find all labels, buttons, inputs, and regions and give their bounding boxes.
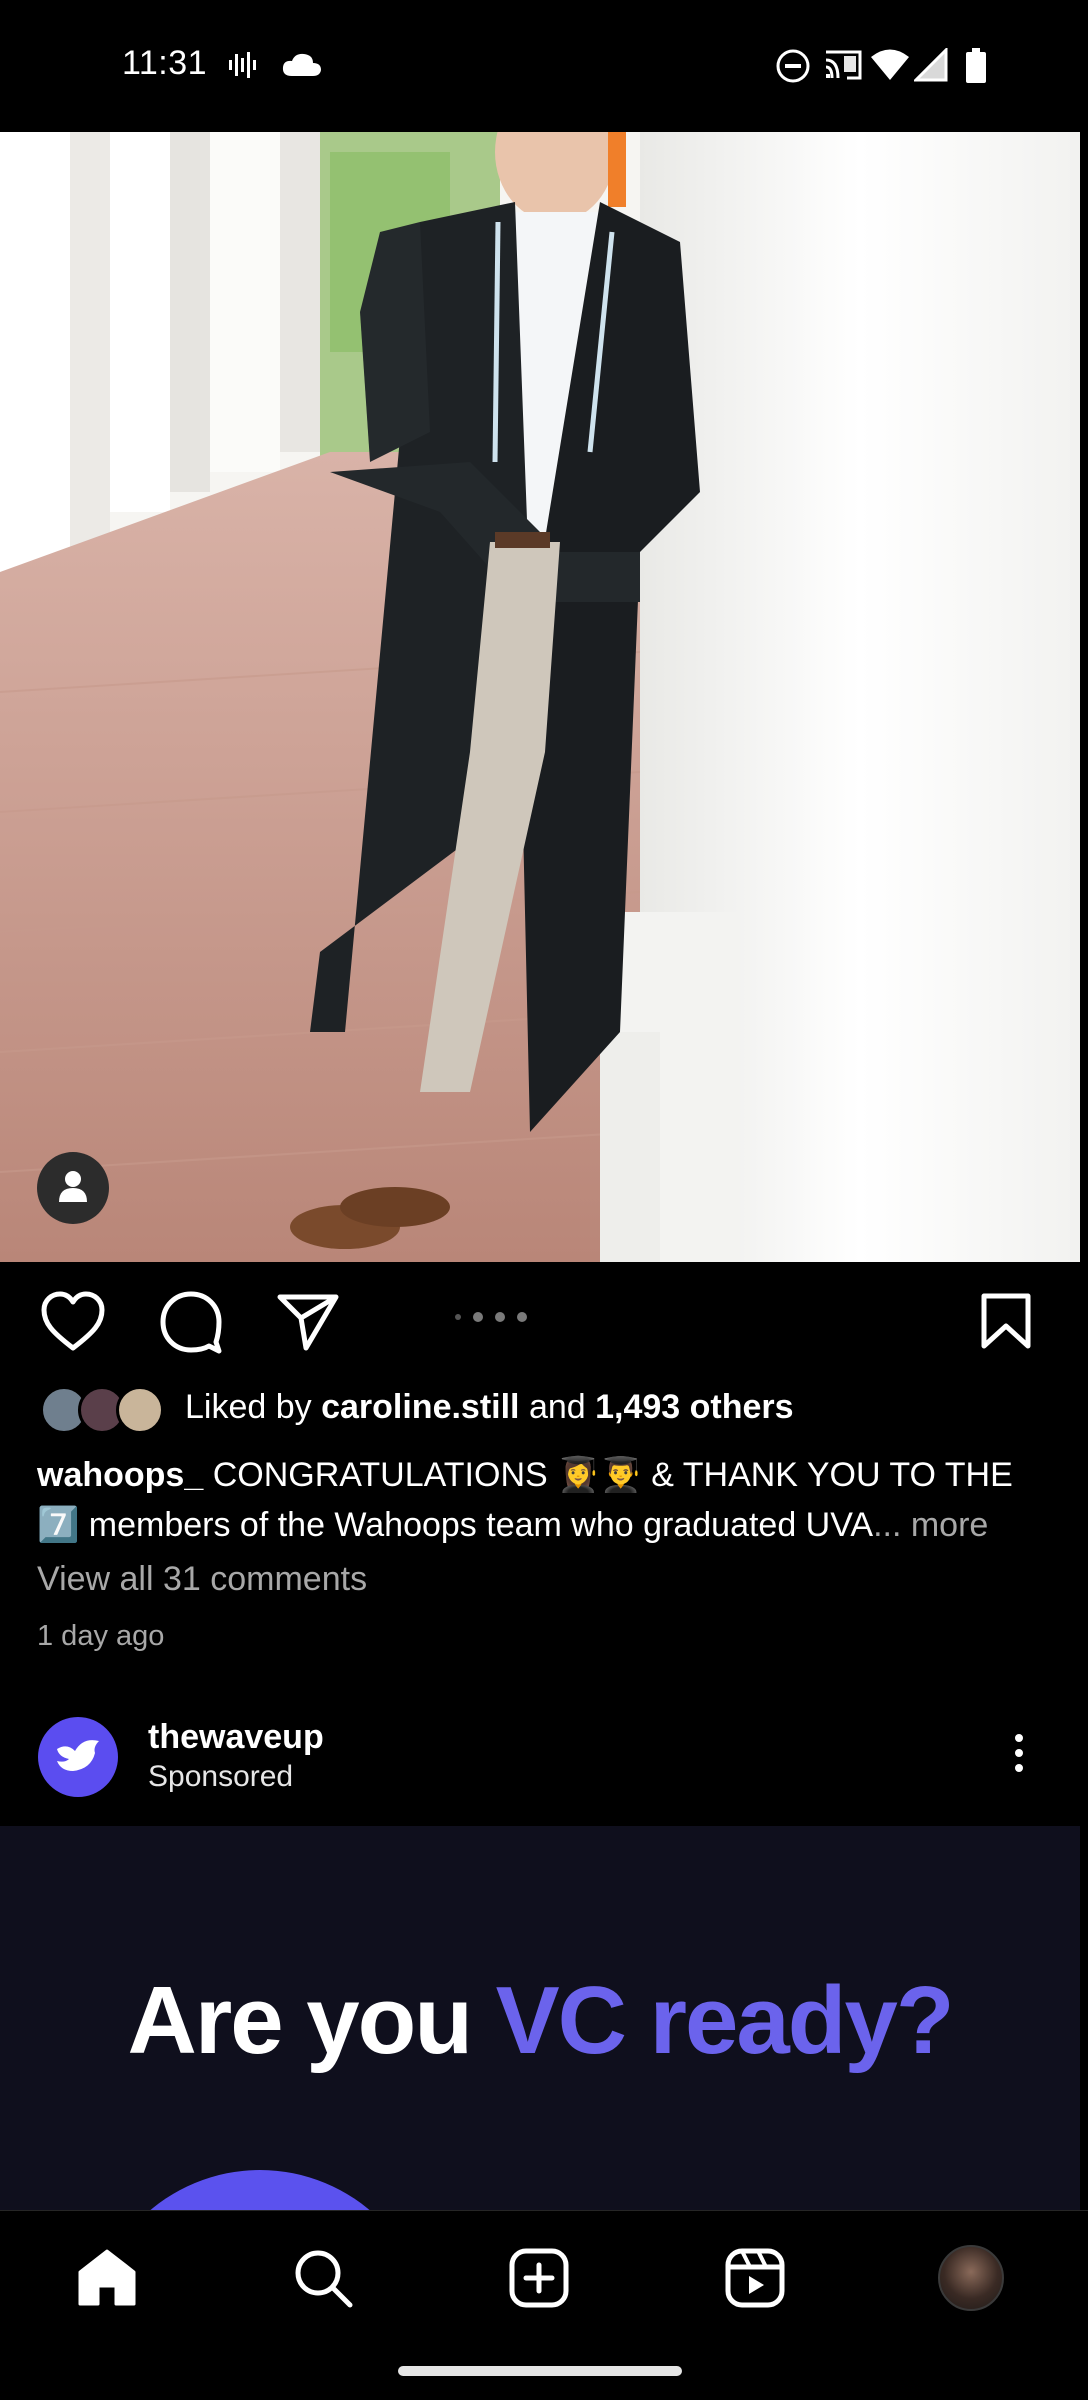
more-options-icon[interactable] [1015, 1734, 1023, 1772]
liker-username[interactable]: caroline.still [321, 1388, 519, 1426]
carousel-dot [517, 1312, 527, 1322]
search-icon[interactable] [288, 2243, 358, 2313]
carousel-dot [455, 1314, 461, 1320]
heart-icon[interactable] [40, 1290, 106, 1357]
ad-creative[interactable]: Are you VC ready? [0, 1826, 1080, 2210]
sponsor-avatar[interactable] [38, 1717, 118, 1797]
avatar [116, 1386, 164, 1434]
tagged-users-button[interactable] [37, 1152, 109, 1224]
ad-headline: Are you VC ready? [0, 1966, 1080, 2076]
liker-avatars[interactable] [40, 1386, 164, 1434]
carousel-dot [495, 1312, 505, 1322]
comment-icon[interactable] [159, 1290, 223, 1359]
graduate-photo [0, 132, 1080, 1262]
battery-icon [965, 48, 987, 89]
home-indicator[interactable] [398, 2366, 682, 2376]
reels-icon[interactable] [720, 2243, 790, 2313]
create-icon[interactable] [504, 2243, 574, 2313]
wifi-icon [870, 48, 910, 87]
dnd-icon [775, 48, 811, 89]
send-icon[interactable] [276, 1292, 340, 1357]
cast-icon [823, 48, 863, 87]
person-icon [58, 1169, 88, 1208]
status-time: 11:31 [122, 44, 208, 82]
bookmark-icon[interactable] [980, 1292, 1032, 1355]
voicemail-icon [228, 48, 258, 87]
post-photo[interactable] [0, 132, 1080, 1262]
view-comments-link[interactable]: View all 31 comments [37, 1560, 367, 1599]
post-caption: wahoops_ CONGRATULATIONS 👩‍🎓👨‍🎓 & THANK … [37, 1450, 1057, 1550]
likes-middle: and [519, 1388, 596, 1426]
signal-icon [912, 46, 948, 87]
post-timestamp: 1 day ago [37, 1620, 165, 1652]
sponsor-username[interactable]: thewaveup [148, 1718, 324, 1757]
home-icon[interactable] [72, 2243, 142, 2313]
cloud-icon [282, 52, 322, 83]
ad-headline-plain: Are you [127, 1967, 496, 2074]
bird-logo-icon [53, 1735, 103, 1780]
caption-more-link[interactable]: ... more [873, 1506, 988, 1544]
sponsored-label: Sponsored [148, 1760, 294, 1793]
likes-count[interactable]: 1,493 others [595, 1388, 793, 1426]
profile-avatar[interactable] [936, 2243, 1006, 2313]
likes-prefix: Liked by [185, 1388, 322, 1426]
carousel-dot [473, 1312, 483, 1322]
ad-graphic [90, 2170, 430, 2210]
status-bar: 11:31 [0, 0, 1088, 132]
ad-headline-accent: VC ready? [495, 1967, 955, 2074]
avatar [938, 2245, 1004, 2311]
caption-username[interactable]: wahoops_ [37, 1456, 203, 1494]
likes-summary[interactable]: Liked by caroline.still and 1,493 others [185, 1388, 794, 1427]
carousel-indicator [455, 1312, 527, 1322]
